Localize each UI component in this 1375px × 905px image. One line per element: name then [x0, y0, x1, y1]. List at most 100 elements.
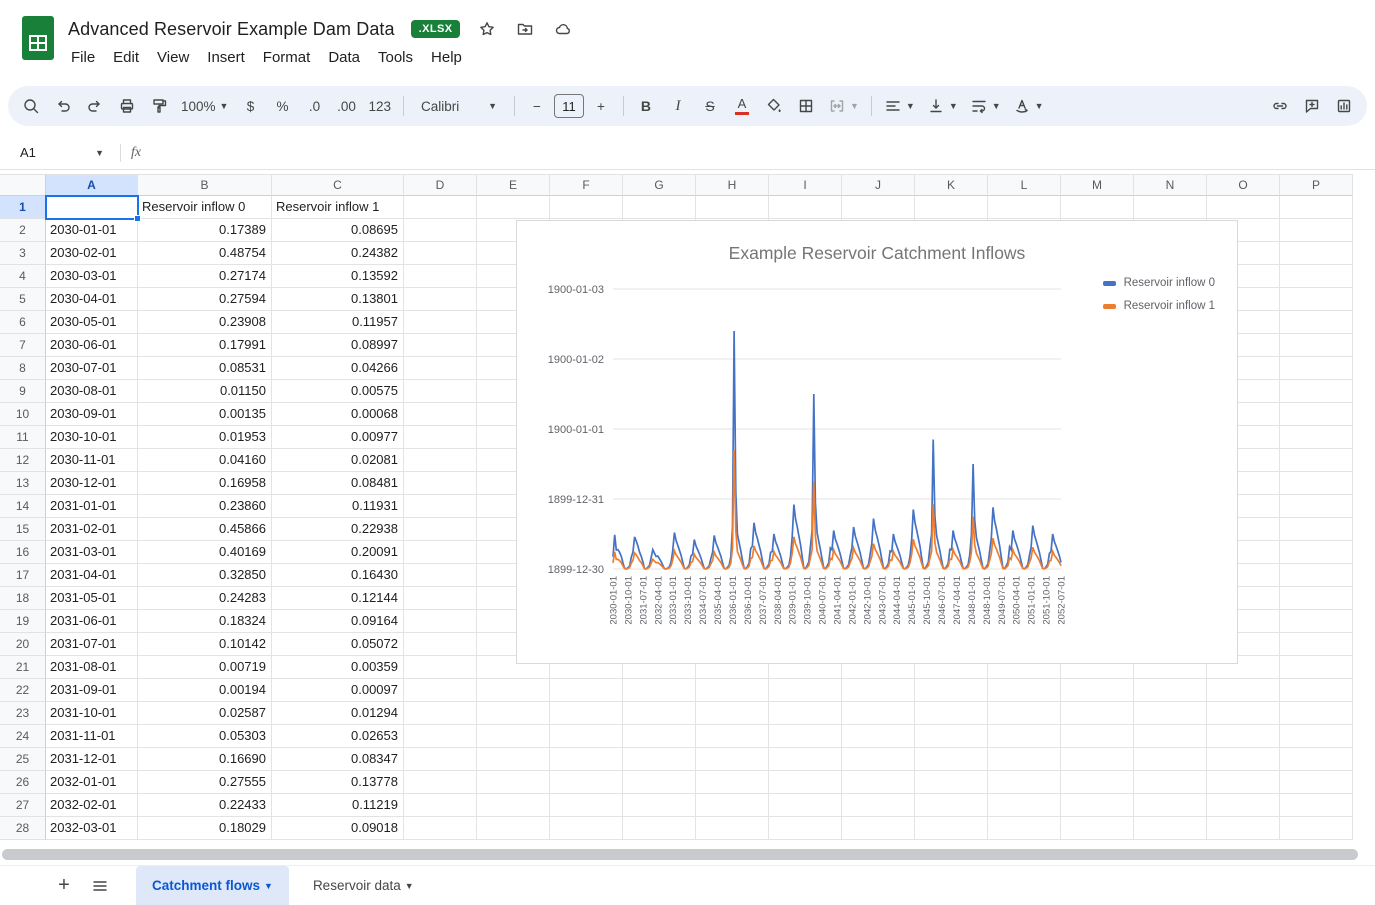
cell-B16[interactable]: 0.40169 [138, 541, 272, 564]
cell-B12[interactable]: 0.04160 [138, 449, 272, 472]
row-header-12[interactable]: 12 [0, 449, 46, 472]
search-icon[interactable] [16, 92, 46, 120]
cell-J1[interactable] [842, 196, 915, 219]
row-header-25[interactable]: 25 [0, 748, 46, 771]
cell-H28[interactable] [696, 817, 769, 840]
cell-H27[interactable] [696, 794, 769, 817]
cell-B15[interactable]: 0.45866 [138, 518, 272, 541]
cell-K27[interactable] [915, 794, 988, 817]
column-header-d[interactable]: D [404, 174, 477, 196]
cell-P12[interactable] [1280, 449, 1353, 472]
cell-B17[interactable]: 0.32850 [138, 564, 272, 587]
menu-edit[interactable]: Edit [104, 45, 148, 70]
cell-D23[interactable] [404, 702, 477, 725]
cell-A2[interactable]: 2030-01-01 [46, 219, 138, 242]
cell-A19[interactable]: 2031-06-01 [46, 610, 138, 633]
cell-J27[interactable] [842, 794, 915, 817]
cell-D18[interactable] [404, 587, 477, 610]
cell-G23[interactable] [623, 702, 696, 725]
cell-A6[interactable]: 2030-05-01 [46, 311, 138, 334]
cell-M22[interactable] [1061, 679, 1134, 702]
cell-A14[interactable]: 2031-01-01 [46, 495, 138, 518]
row-header-13[interactable]: 13 [0, 472, 46, 495]
row-header-26[interactable]: 26 [0, 771, 46, 794]
row-header-24[interactable]: 24 [0, 725, 46, 748]
cell-P13[interactable] [1280, 472, 1353, 495]
cell-C3[interactable]: 0.24382 [272, 242, 404, 265]
cell-D15[interactable] [404, 518, 477, 541]
cell-P3[interactable] [1280, 242, 1353, 265]
row-header-28[interactable]: 28 [0, 817, 46, 840]
cell-N27[interactable] [1134, 794, 1207, 817]
cell-B1[interactable]: Reservoir inflow 0 [138, 196, 272, 219]
cell-I24[interactable] [769, 725, 842, 748]
cell-H24[interactable] [696, 725, 769, 748]
column-header-m[interactable]: M [1061, 174, 1134, 196]
cell-P5[interactable] [1280, 288, 1353, 311]
cell-O25[interactable] [1207, 748, 1280, 771]
cell-F23[interactable] [550, 702, 623, 725]
text-rotation-button[interactable]: ▼ [1008, 92, 1049, 120]
cell-P28[interactable] [1280, 817, 1353, 840]
cell-C1[interactable]: Reservoir inflow 1 [272, 196, 404, 219]
cell-P2[interactable] [1280, 219, 1353, 242]
cell-P11[interactable] [1280, 426, 1353, 449]
borders-button[interactable] [791, 92, 821, 120]
column-header-c[interactable]: C [272, 174, 404, 196]
cell-N26[interactable] [1134, 771, 1207, 794]
all-sheets-button[interactable] [82, 868, 118, 904]
row-header-4[interactable]: 4 [0, 265, 46, 288]
cell-C17[interactable]: 0.16430 [272, 564, 404, 587]
cell-B2[interactable]: 0.17389 [138, 219, 272, 242]
row-header-19[interactable]: 19 [0, 610, 46, 633]
cell-P27[interactable] [1280, 794, 1353, 817]
column-header-j[interactable]: J [842, 174, 915, 196]
column-header-n[interactable]: N [1134, 174, 1207, 196]
cell-D17[interactable] [404, 564, 477, 587]
cell-D4[interactable] [404, 265, 477, 288]
cell-J23[interactable] [842, 702, 915, 725]
cell-B14[interactable]: 0.23860 [138, 495, 272, 518]
column-header-o[interactable]: O [1207, 174, 1280, 196]
cell-L24[interactable] [988, 725, 1061, 748]
cell-C6[interactable]: 0.11957 [272, 311, 404, 334]
row-header-27[interactable]: 27 [0, 794, 46, 817]
cell-C24[interactable]: 0.02653 [272, 725, 404, 748]
vertical-align-button[interactable]: ▼ [922, 92, 963, 120]
cell-B23[interactable]: 0.02587 [138, 702, 272, 725]
cell-B6[interactable]: 0.23908 [138, 311, 272, 334]
cell-E27[interactable] [477, 794, 550, 817]
cell-B13[interactable]: 0.16958 [138, 472, 272, 495]
fill-color-button[interactable] [759, 92, 789, 120]
cell-C7[interactable]: 0.08997 [272, 334, 404, 357]
cell-P17[interactable] [1280, 564, 1353, 587]
add-sheet-button[interactable]: + [46, 868, 82, 904]
row-header-8[interactable]: 8 [0, 357, 46, 380]
cell-C13[interactable]: 0.08481 [272, 472, 404, 495]
cell-F24[interactable] [550, 725, 623, 748]
cell-K23[interactable] [915, 702, 988, 725]
cell-C26[interactable]: 0.13778 [272, 771, 404, 794]
cell-M23[interactable] [1061, 702, 1134, 725]
text-wrap-button[interactable]: ▼ [965, 92, 1006, 120]
column-header-g[interactable]: G [623, 174, 696, 196]
cell-A24[interactable]: 2031-11-01 [46, 725, 138, 748]
cell-D26[interactable] [404, 771, 477, 794]
print-button[interactable] [112, 92, 142, 120]
cell-D20[interactable] [404, 633, 477, 656]
menu-tools[interactable]: Tools [369, 45, 422, 70]
cell-D16[interactable] [404, 541, 477, 564]
cell-P15[interactable] [1280, 518, 1353, 541]
cell-B18[interactable]: 0.24283 [138, 587, 272, 610]
cell-G24[interactable] [623, 725, 696, 748]
cell-G1[interactable] [623, 196, 696, 219]
cell-I27[interactable] [769, 794, 842, 817]
cell-C21[interactable]: 0.00359 [272, 656, 404, 679]
cell-F22[interactable] [550, 679, 623, 702]
cell-F25[interactable] [550, 748, 623, 771]
cell-E24[interactable] [477, 725, 550, 748]
cell-I25[interactable] [769, 748, 842, 771]
cell-A27[interactable]: 2032-02-01 [46, 794, 138, 817]
column-header-k[interactable]: K [915, 174, 988, 196]
cell-D14[interactable] [404, 495, 477, 518]
